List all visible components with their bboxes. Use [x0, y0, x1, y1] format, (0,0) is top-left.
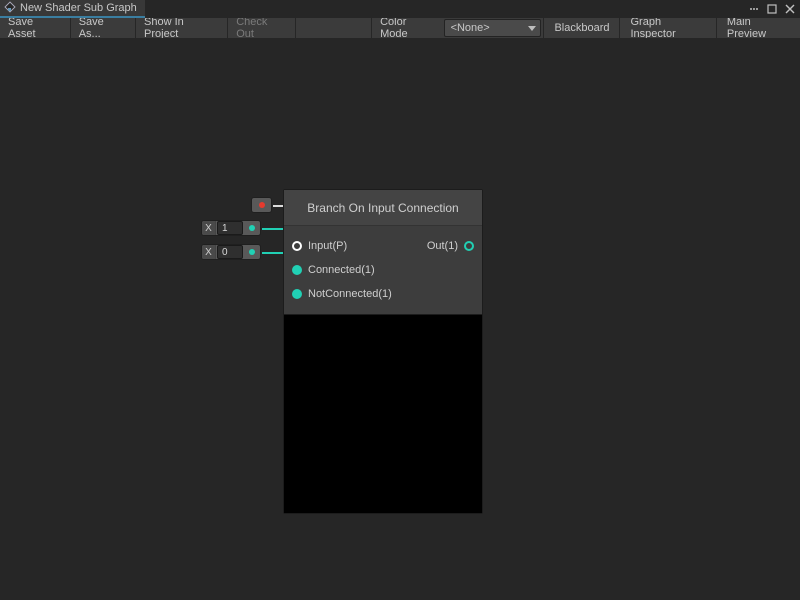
port-in-notconnected[interactable]: [292, 289, 302, 299]
toolbar-spacer: [296, 18, 372, 38]
node-preview[interactable]: [284, 314, 482, 513]
port-dot-icon: [249, 225, 255, 231]
check-out-button: Check Out: [228, 18, 296, 38]
connected-value-slot[interactable]: X 1: [201, 220, 261, 236]
input-property-slot[interactable]: [251, 197, 272, 213]
node-input-row: Input(P) Out(1): [284, 234, 482, 258]
show-in-project-button[interactable]: Show In Project: [136, 18, 228, 38]
port-label-out: Out(1): [427, 240, 458, 252]
save-as-button[interactable]: Save As...: [71, 18, 136, 38]
window-title: New Shader Sub Graph: [20, 2, 137, 14]
color-mode-select[interactable]: <None>: [444, 19, 542, 37]
connected-value-input[interactable]: 1: [217, 221, 243, 235]
port-label-input: Input(P): [308, 240, 347, 252]
property-dot-icon: [259, 202, 265, 208]
color-mode-value: <None>: [451, 22, 490, 34]
node-connected-row: Connected(1): [284, 258, 482, 282]
port-in-connected[interactable]: [292, 265, 302, 275]
notconnected-x-label[interactable]: X: [202, 245, 216, 259]
window-menu-icon[interactable]: [746, 1, 762, 17]
main-preview-button[interactable]: Main Preview: [716, 18, 800, 38]
maximize-icon[interactable]: [764, 1, 780, 17]
port-label-notconnected: NotConnected(1): [308, 288, 392, 300]
title-bar: New Shader Sub Graph: [0, 0, 800, 18]
notconnected-value-input[interactable]: 0: [217, 245, 243, 259]
shader-graph-icon: [4, 2, 16, 14]
chevron-down-icon: [528, 26, 536, 31]
notconnected-value-slot[interactable]: X 0: [201, 244, 261, 260]
toolbar: Save Asset Save As... Show In Project Ch…: [0, 18, 800, 38]
port-label-connected: Connected(1): [308, 264, 375, 276]
node-body: Input(P) Out(1) Connected(1) NotConnecte…: [284, 226, 482, 314]
window-tab[interactable]: New Shader Sub Graph: [0, 0, 145, 18]
close-icon[interactable]: [782, 1, 798, 17]
port-out[interactable]: [464, 241, 474, 251]
blackboard-button[interactable]: Blackboard: [543, 18, 619, 38]
connected-x-label[interactable]: X: [202, 221, 216, 235]
save-asset-button[interactable]: Save Asset: [0, 18, 71, 38]
node-title[interactable]: Branch On Input Connection: [284, 190, 482, 226]
node-notconnected-row: NotConnected(1): [284, 282, 482, 306]
port-dot-icon: [249, 249, 255, 255]
graph-canvas[interactable]: X 1 X 0 Branch On Input Connection Input…: [0, 38, 800, 600]
window-controls: [746, 0, 798, 18]
graph-inspector-button[interactable]: Graph Inspector: [619, 18, 715, 38]
branch-on-input-connection-node[interactable]: Branch On Input Connection Input(P) Out(…: [283, 189, 483, 514]
color-mode-label: Color Mode: [372, 18, 441, 38]
port-in-input[interactable]: [292, 241, 302, 251]
